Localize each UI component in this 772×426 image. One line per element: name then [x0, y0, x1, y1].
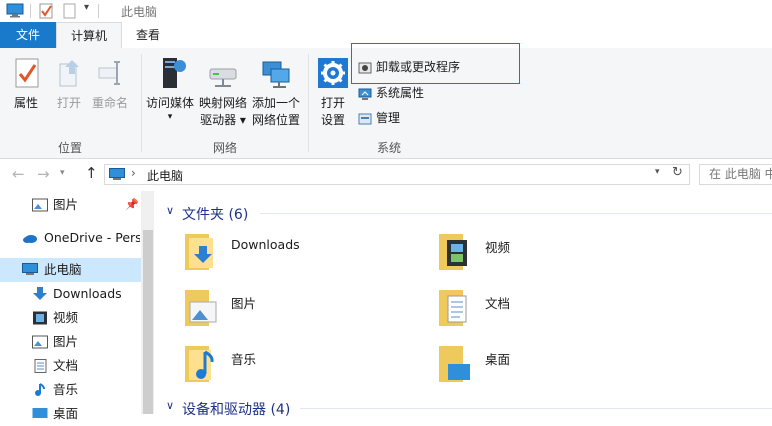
open-button[interactable]: 打开: [50, 56, 88, 112]
devices-collapse-chevron-icon[interactable]: ∨: [166, 399, 174, 412]
navigation-scrollbar-thumb[interactable]: [143, 230, 153, 414]
recent-locations-icon[interactable]: ▾: [60, 168, 65, 178]
this-pc-icon: [109, 168, 125, 180]
nav-item-onedrive[interactable]: OneDrive - Perso: [0, 226, 141, 250]
up-arrow-icon[interactable]: ↑: [85, 164, 98, 182]
navigation-pane: 图片 📌 OneDrive - Perso 此电脑 Downloads 视频 图…: [0, 191, 141, 421]
pictures-folder-icon: [185, 290, 217, 326]
window-title: 此电脑: [121, 5, 158, 19]
videos-folder-icon: [439, 234, 467, 270]
this-pc-icon: [22, 263, 38, 275]
folder-tile-documents[interactable]: 文档: [438, 288, 678, 332]
back-arrow-icon[interactable]: ←: [12, 165, 25, 183]
system-properties-icon: [358, 88, 372, 100]
music-folder-icon: [185, 346, 214, 382]
address-bar[interactable]: › 此电脑 ▾: [104, 164, 690, 185]
group-network-label: 网络: [212, 141, 237, 155]
pictures-icon: [32, 198, 48, 212]
refresh-icon[interactable]: ↻: [672, 165, 683, 180]
folders-collapse-chevron-icon[interactable]: ∨: [166, 204, 174, 217]
desktop-icon: [32, 408, 48, 418]
documents-icon: [34, 359, 47, 373]
nav-item-pictures-pinned[interactable]: 图片 📌: [0, 193, 141, 217]
folder-tile-desktop[interactable]: 桌面: [438, 344, 678, 388]
folders-section-header[interactable]: 文件夹 (6): [182, 204, 248, 224]
this-pc-icon: [6, 3, 24, 18]
map-network-drive-button[interactable]: 映射网络 驱动器 ▾: [197, 56, 249, 129]
title-bar: ▾ 此电脑: [0, 0, 772, 22]
tab-computer[interactable]: 计算机: [56, 22, 122, 49]
properties-button[interactable]: 属性: [6, 56, 46, 112]
media-server-icon: [163, 58, 186, 88]
manage-icon: [358, 113, 372, 124]
customize-quick-access-icon[interactable]: ▾: [84, 2, 89, 13]
devices-section-header[interactable]: 设备和驱动器 (4): [182, 399, 290, 419]
rename-icon: [98, 61, 120, 85]
folder-tile-downloads[interactable]: Downloads: [184, 232, 424, 276]
downloads-folder-icon: [185, 234, 213, 270]
rename-button[interactable]: 重命名: [90, 56, 130, 112]
search-box[interactable]: 在 此电脑 中: [699, 164, 772, 185]
new-folder-quick-icon[interactable]: [63, 3, 77, 19]
pictures-icon: [32, 335, 48, 349]
manage-button[interactable]: 管理: [358, 108, 400, 128]
folder-tile-music[interactable]: 音乐: [184, 344, 424, 388]
nav-item-desktop[interactable]: 桌面: [0, 402, 141, 426]
address-path: 此电脑: [147, 169, 184, 183]
tab-file[interactable]: 文件: [0, 22, 56, 48]
properties-quick-icon[interactable]: [39, 3, 54, 19]
add-network-location-button[interactable]: 添加一个 网络位置: [249, 56, 303, 129]
settings-gear-icon: [318, 58, 348, 88]
folders-section-divider: [260, 213, 772, 214]
nav-item-documents[interactable]: 文档: [0, 354, 141, 378]
open-settings-button[interactable]: 打开 设置: [313, 56, 353, 129]
onedrive-icon: [23, 235, 37, 243]
nav-item-pictures[interactable]: 图片: [0, 330, 141, 354]
documents-folder-icon: [439, 290, 467, 326]
map-drive-icon: [209, 68, 237, 87]
group-location-label: 位置: [57, 141, 82, 155]
pin-icon: 📌: [125, 198, 139, 211]
address-dropdown-icon[interactable]: ▾: [655, 167, 660, 177]
group-system-label: 系统: [376, 141, 401, 155]
nav-item-videos[interactable]: 视频: [0, 306, 141, 330]
music-icon: [35, 383, 45, 396]
system-properties-button[interactable]: 系统属性: [358, 83, 424, 103]
nav-item-downloads[interactable]: Downloads: [0, 282, 141, 306]
properties-icon: [15, 58, 39, 88]
folder-tile-videos[interactable]: 视频: [438, 232, 678, 276]
uninstall-highlight-box: [351, 43, 520, 84]
nav-item-music[interactable]: 音乐: [0, 378, 141, 402]
address-row: ← → ▾ ↑ › 此电脑 ▾ ↻ 在 此电脑 中: [0, 159, 772, 191]
forward-arrow-icon[interactable]: →: [37, 165, 50, 183]
access-media-button[interactable]: 访问媒体 ▾: [144, 56, 196, 122]
folder-tile-pictures[interactable]: 图片: [184, 288, 424, 332]
desktop-folder-icon: [439, 346, 470, 382]
network-location-icon: [262, 61, 290, 88]
videos-icon: [33, 311, 47, 325]
tab-view[interactable]: 查看: [122, 22, 174, 48]
devices-section-divider: [300, 408, 772, 409]
open-icon: [59, 60, 79, 87]
downloads-icon: [33, 287, 47, 300]
nav-item-this-pc[interactable]: 此电脑: [0, 258, 141, 282]
